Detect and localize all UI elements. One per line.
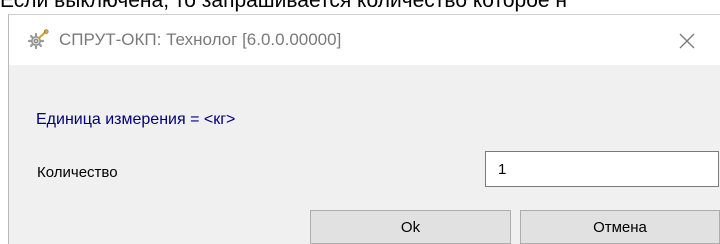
screenshot-root: Если выключена, то запрашивается количес… [0, 0, 720, 244]
unit-of-measure-label: Единица измерения = <кг> [36, 111, 236, 128]
cancel-button[interactable]: Отмена [520, 210, 720, 244]
dialog-window: СПРУТ-ОКП: Технолог [6.0.0.00000] Единиц… [8, 14, 720, 244]
quantity-label: Количество [37, 164, 118, 181]
quantity-input[interactable] [485, 151, 719, 187]
dialog-content: Единица измерения = <кг> Количество Ok О… [9, 65, 720, 244]
ok-button[interactable]: Ok [310, 210, 511, 244]
window-title: СПРУТ-ОКП: Технолог [6.0.0.00000] [59, 30, 342, 49]
title-bar[interactable]: СПРУТ-ОКП: Технолог [6.0.0.00000] [9, 15, 720, 65]
gear-wrench-icon [27, 29, 49, 50]
close-icon[interactable] [673, 27, 701, 55]
